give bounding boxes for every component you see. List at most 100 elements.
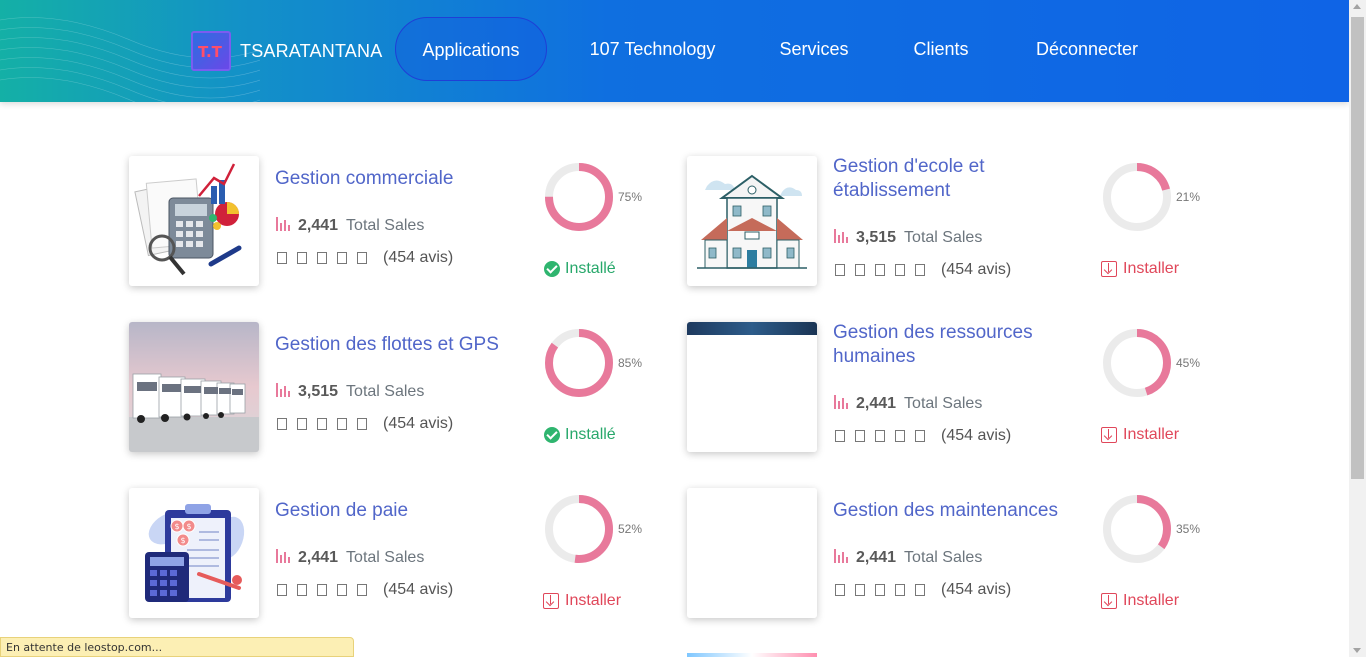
installed-status: Installé xyxy=(544,260,616,278)
app-title[interactable]: Gestion des flottes et GPS xyxy=(275,333,525,357)
download-icon xyxy=(1101,593,1117,609)
sales-count: 3,515 xyxy=(298,383,339,400)
status-label: Installer xyxy=(1123,260,1180,277)
app-image-trucks[interactable] xyxy=(129,322,259,452)
star-icon[interactable] xyxy=(895,264,905,276)
check-circle-icon xyxy=(544,427,560,443)
progress-donut xyxy=(1103,163,1171,231)
star-icon[interactable] xyxy=(337,418,347,430)
sales-label: Total Sales xyxy=(904,549,983,566)
star-icon[interactable] xyxy=(855,264,865,276)
star-icon[interactable] xyxy=(337,584,347,596)
app-image-hr[interactable] xyxy=(687,322,817,452)
star-rating[interactable] xyxy=(277,418,367,430)
star-icon[interactable] xyxy=(875,584,885,596)
sales-info: 2,441 Total Sales xyxy=(276,216,424,235)
sales-label: Total Sales xyxy=(346,549,425,566)
star-icon[interactable] xyxy=(835,264,845,276)
school-icon xyxy=(697,174,807,269)
brand[interactable]: T.T TSARATANTANA xyxy=(191,31,382,71)
bar-chart-icon xyxy=(276,217,290,231)
install-button[interactable]: Installer xyxy=(1101,260,1179,278)
app-image-maintenance[interactable] xyxy=(687,488,817,618)
star-icon[interactable] xyxy=(357,584,367,596)
download-icon xyxy=(1101,427,1117,443)
star-icon[interactable] xyxy=(277,252,287,264)
star-icon[interactable] xyxy=(895,584,905,596)
star-icon[interactable] xyxy=(915,584,925,596)
star-icon[interactable] xyxy=(855,584,865,596)
review-count: (454 avis) xyxy=(383,249,454,266)
star-rating[interactable] xyxy=(277,584,367,596)
star-icon[interactable] xyxy=(297,584,307,596)
star-icon[interactable] xyxy=(835,430,845,442)
star-icon[interactable] xyxy=(357,252,367,264)
star-icon[interactable] xyxy=(337,252,347,264)
star-icon[interactable] xyxy=(875,264,885,276)
scroll-thumb[interactable] xyxy=(1351,17,1364,479)
status-label: Installé xyxy=(565,260,616,277)
star-icon[interactable] xyxy=(317,252,327,264)
sales-count: 2,441 xyxy=(298,217,339,234)
download-icon xyxy=(1101,261,1117,277)
install-button[interactable]: Installer xyxy=(1101,592,1179,610)
star-icon[interactable] xyxy=(357,418,367,430)
app-title[interactable]: Gestion commerciale xyxy=(275,167,515,191)
review-count: (454 avis) xyxy=(941,581,1012,598)
progress-percent: 75% xyxy=(618,190,643,204)
rating: (454 avis) xyxy=(277,415,453,433)
sales-info: 3,515 Total Sales xyxy=(276,382,424,401)
star-icon[interactable] xyxy=(297,418,307,430)
star-icon[interactable] xyxy=(875,430,885,442)
brand-logo-text: T.T xyxy=(198,43,222,61)
star-icon[interactable] xyxy=(297,252,307,264)
rating: (454 avis) xyxy=(277,249,453,267)
sales-count: 3,515 xyxy=(856,229,897,246)
star-icon[interactable] xyxy=(277,584,287,596)
star-rating[interactable] xyxy=(835,430,925,442)
app-image-payroll[interactable]: $ $ $ xyxy=(129,488,259,618)
app-image-school[interactable] xyxy=(687,156,817,286)
app-title[interactable]: Gestion de paie xyxy=(275,499,515,523)
review-count: (454 avis) xyxy=(383,581,454,598)
nav-clients[interactable]: Clients xyxy=(900,17,982,81)
blank-image xyxy=(687,488,817,618)
star-rating[interactable] xyxy=(277,252,367,264)
sales-label: Total Sales xyxy=(346,383,425,400)
star-rating[interactable] xyxy=(835,264,925,276)
progress-donut xyxy=(545,495,613,563)
progress-percent: 85% xyxy=(618,356,643,370)
svg-text:$: $ xyxy=(180,536,185,545)
star-icon[interactable] xyxy=(277,418,287,430)
star-icon[interactable] xyxy=(895,430,905,442)
nav-deconnecter[interactable]: Déconnecter xyxy=(1022,17,1152,81)
app-title[interactable]: Gestion des ressources humaines xyxy=(833,321,1073,369)
star-icon[interactable] xyxy=(317,584,327,596)
star-icon[interactable] xyxy=(317,418,327,430)
sales-count: 2,441 xyxy=(856,549,897,566)
vertical-scrollbar[interactable] xyxy=(1349,0,1366,657)
star-icon[interactable] xyxy=(915,430,925,442)
install-button[interactable]: Installer xyxy=(1101,426,1179,444)
sales-label: Total Sales xyxy=(346,217,425,234)
progress-donut xyxy=(545,329,613,397)
star-icon[interactable] xyxy=(915,264,925,276)
nav-107-technology[interactable]: 107 Technology xyxy=(575,17,730,81)
sales-info: 3,515 Total Sales xyxy=(834,228,982,247)
scroll-down-arrow-icon[interactable] xyxy=(1353,648,1361,653)
nav-services[interactable]: Services xyxy=(768,17,860,81)
install-button[interactable]: Installer xyxy=(543,592,621,610)
star-rating[interactable] xyxy=(835,584,925,596)
app-image-calculator[interactable] xyxy=(129,156,259,286)
svg-text:$: $ xyxy=(186,522,191,531)
nav-applications[interactable]: Applications xyxy=(395,17,547,81)
app-title[interactable]: Gestion des maintenances xyxy=(833,499,1073,523)
bar-chart-icon xyxy=(834,395,848,409)
download-icon xyxy=(543,593,559,609)
rating: (454 avis) xyxy=(277,581,453,599)
star-icon[interactable] xyxy=(855,430,865,442)
app-title[interactable]: Gestion d'ecole et établissement xyxy=(833,155,1073,203)
star-icon[interactable] xyxy=(835,584,845,596)
scroll-up-arrow-icon[interactable] xyxy=(1353,4,1361,9)
rating: (454 avis) xyxy=(835,427,1011,445)
